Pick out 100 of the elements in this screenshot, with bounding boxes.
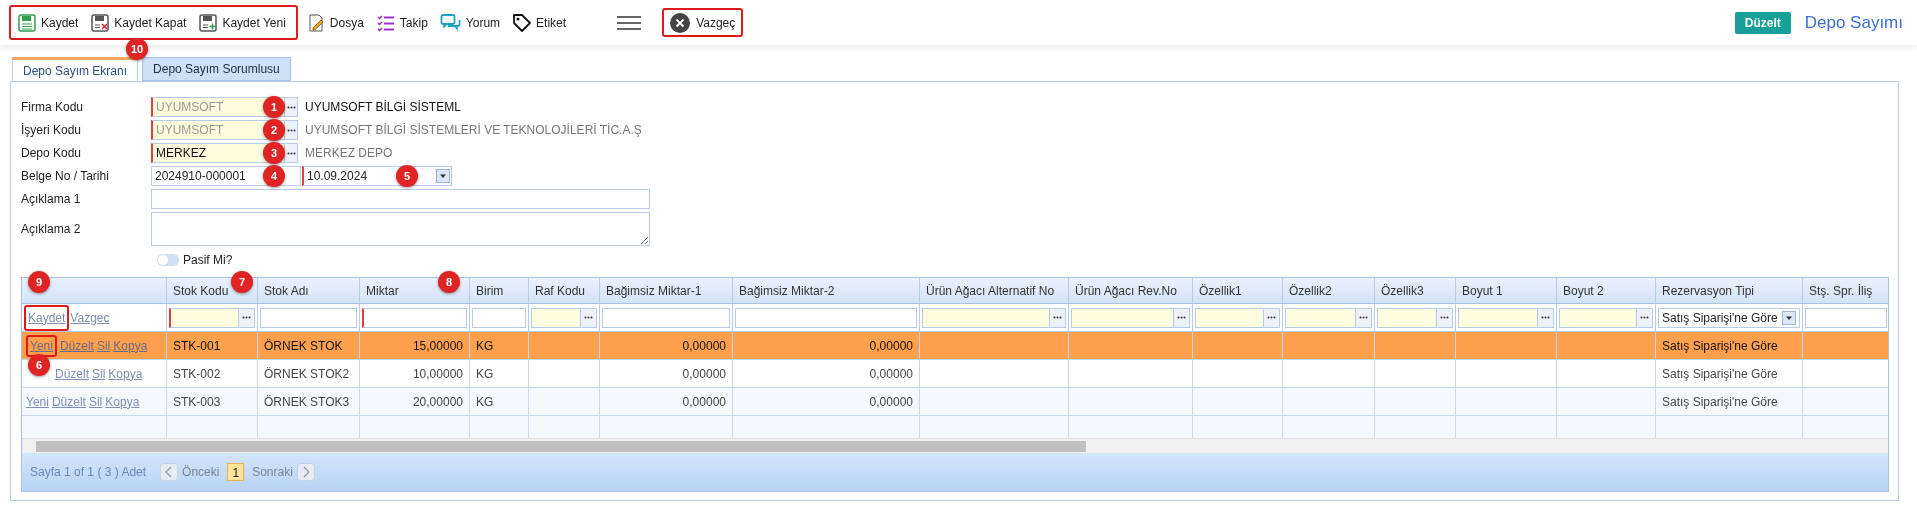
callout-badge: 4	[263, 165, 285, 187]
table-cell-text: ÖRNEK STOK2	[264, 365, 350, 383]
callout-badge: 8	[438, 271, 460, 293]
table-cell-text: 0,00000	[682, 393, 726, 411]
table-cell-text: 15,00000	[412, 337, 463, 355]
callout-badge: 7	[231, 271, 253, 293]
column-header[interactable]: Stok Kodu	[173, 281, 229, 300]
more-icon	[286, 128, 296, 132]
description-field[interactable]	[151, 189, 650, 209]
save-add-icon	[198, 12, 219, 33]
table-cell-text: 0,00000	[682, 337, 726, 355]
toolbar-button[interactable]: Dosya	[303, 8, 366, 37]
more-icon	[1359, 316, 1368, 319]
table-cell-text: 10,00000	[412, 365, 463, 383]
lookup-field[interactable]: MERKEZ	[151, 143, 262, 163]
dropdown-icon	[1782, 310, 1796, 325]
toggle-switch[interactable]	[157, 254, 179, 266]
column-header[interactable]: Özellik2	[1289, 281, 1332, 300]
toolbar-button[interactable]: Kaydet Yeni	[196, 8, 288, 37]
table-cell-text: 0,00000	[869, 365, 913, 383]
page-title: Depo Sayımı	[1804, 11, 1903, 34]
lookup-field[interactable]	[1071, 307, 1190, 328]
column-header[interactable]: Birim	[476, 281, 504, 300]
input-field[interactable]	[735, 307, 917, 328]
menu-icon	[616, 14, 643, 31]
tab[interactable]: Depo Sayım Ekranı	[12, 57, 139, 81]
table-cell-text: 0,00000	[869, 393, 913, 411]
field-label: İşyeri Kodu	[21, 122, 83, 139]
save-icon	[17, 12, 37, 33]
table-cell-text: STK-003	[173, 393, 221, 411]
column-header[interactable]: Ürün Ağacı Rev.No	[1075, 281, 1177, 300]
lookup-field[interactable]	[922, 307, 1066, 328]
more-icon	[1053, 316, 1062, 319]
column-header[interactable]: Bağimsiz Miktar-1	[606, 281, 702, 300]
lookup-field[interactable]	[1285, 307, 1372, 328]
chat-bubbles-icon	[439, 12, 462, 33]
select-field[interactable]: Satış Siparişi'ne Göre	[1658, 307, 1800, 328]
column-header[interactable]: Bağimsiz Miktar-2	[739, 281, 835, 300]
more-button[interactable]	[284, 120, 298, 140]
lookup-field[interactable]	[169, 307, 255, 328]
input-field[interactable]	[602, 307, 730, 328]
description-text: UYUMSOFT BİLGİ SİSTEMLERİ VE TEKNOLOJİLERİ TİC.A.Ş	[305, 122, 642, 139]
table-cell-text: STK-002	[173, 365, 221, 383]
table-cell-text: KG	[476, 393, 494, 411]
cancel-button[interactable]: Vazgeç	[666, 11, 740, 34]
field-label: Depo Kodu	[21, 145, 83, 162]
table-cell-text: ÖRNEK STOK3	[264, 393, 350, 411]
column-header[interactable]: Miktar	[366, 281, 399, 300]
table-cell-text: 0,00000	[682, 365, 726, 383]
more-icon	[242, 316, 251, 319]
checklist-icon	[375, 12, 396, 33]
description-text: UYUMSOFT BİLGİ SİSTEML	[305, 99, 461, 116]
callout-badge: 9	[28, 271, 50, 293]
table-cell-text: 20,00000	[412, 393, 463, 411]
toolbar-button[interactable]: Yorum	[437, 8, 503, 37]
column-header[interactable]: Özellik1	[1199, 281, 1242, 300]
more-icon	[1440, 316, 1449, 319]
input-field[interactable]	[362, 307, 467, 328]
input-field[interactable]	[260, 307, 357, 328]
more-button[interactable]	[284, 97, 298, 117]
page-summary: Sayfa 1 of 1 ( 3 ) Adet	[30, 464, 147, 481]
column-header[interactable]: Boyut 1	[1462, 281, 1503, 300]
column-header[interactable]: Stş. Spr. İliş	[1809, 281, 1873, 300]
callout-badge: 1	[263, 96, 285, 118]
column-header[interactable]: Ürün Ağacı Alternatif No	[926, 281, 1055, 300]
toolbar-button[interactable]: Takip	[373, 8, 430, 37]
page-button[interactable]: 1	[227, 463, 245, 481]
table-cell-text: STK-001	[173, 337, 221, 355]
input-field[interactable]	[1805, 307, 1887, 328]
column-header[interactable]: Boyut 2	[1563, 281, 1604, 300]
field-label: Açıklama 2	[21, 221, 82, 238]
more-icon	[1177, 316, 1186, 319]
more-icon	[286, 105, 296, 109]
description-area[interactable]	[151, 212, 650, 246]
chevron-right-icon	[296, 463, 315, 481]
save-delete-icon	[90, 12, 111, 33]
horizontal-scrollbar[interactable]	[22, 438, 1888, 453]
more-button[interactable]	[284, 143, 298, 163]
column-header[interactable]: Özellik3	[1381, 281, 1424, 300]
lookup-field[interactable]	[1559, 307, 1653, 328]
toolbar-button[interactable]: Kaydet	[15, 8, 81, 37]
tab[interactable]: Depo Sayım Sorumlusu	[142, 57, 291, 81]
callout-badge: 2	[263, 119, 285, 141]
lookup-field[interactable]	[1377, 307, 1453, 328]
lookup-field[interactable]	[531, 307, 597, 328]
toggle-label: Pasif Mi?	[183, 252, 233, 269]
toolbar-button[interactable]: Etiket	[510, 8, 569, 37]
column-header[interactable]: Rezervasyon Tipi	[1662, 281, 1755, 300]
column-header[interactable]: Raf Kodu	[535, 281, 586, 300]
lookup-field[interactable]	[1195, 307, 1280, 328]
tag-icon	[512, 12, 533, 33]
table-cell-text: 0,00000	[869, 337, 913, 355]
input-field[interactable]	[472, 307, 526, 328]
table-cell-text: Satış Siparişi'ne Göre	[1662, 393, 1778, 411]
toolbar-button[interactable]: Kaydet Kapat	[88, 8, 189, 37]
column-header[interactable]: Stok Adı	[264, 281, 309, 300]
more-icon	[1541, 316, 1550, 319]
more-icon	[1640, 316, 1649, 319]
lookup-field[interactable]	[1458, 307, 1554, 328]
field-label: Belge No / Tarihi	[21, 168, 110, 185]
